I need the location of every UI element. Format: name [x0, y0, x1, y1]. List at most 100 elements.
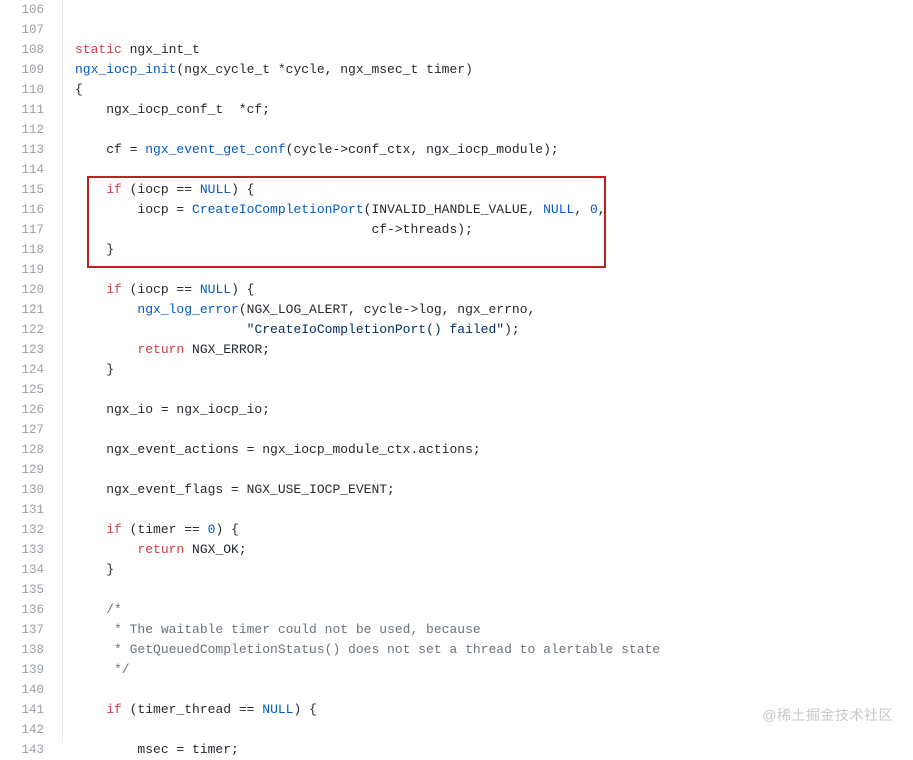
token-pln: cf->threads); [75, 222, 473, 237]
watermark: @稀土掘金技术社区 [762, 705, 893, 725]
code-line[interactable]: } [75, 560, 660, 580]
line-number: 143 [0, 740, 44, 760]
line-number: 114 [0, 160, 44, 180]
token-pln [75, 182, 106, 197]
line-number: 140 [0, 680, 44, 700]
token-pln: (INVALID_HANDLE_VALUE, [364, 202, 543, 217]
code-line[interactable]: if (timer == 0) { [75, 520, 660, 540]
line-number: 117 [0, 220, 44, 240]
token-pln [75, 282, 106, 297]
code-line[interactable]: * The waitable timer could not be used, … [75, 620, 660, 640]
code-area[interactable]: static ngx_int_tngx_iocp_init(ngx_cycle_… [63, 0, 660, 743]
line-number: 119 [0, 260, 44, 280]
code-line[interactable]: * GetQueuedCompletionStatus() does not s… [75, 640, 660, 660]
token-pln [75, 702, 106, 717]
line-number: 139 [0, 660, 44, 680]
token-num: 0 [590, 202, 598, 217]
code-line[interactable]: */ [75, 660, 660, 680]
code-line[interactable]: ngx_iocp_init(ngx_cycle_t *cycle, ngx_ms… [75, 60, 660, 80]
token-cmt: * The waitable timer could not be used, … [75, 622, 481, 637]
code-line[interactable]: ngx_event_flags = NGX_USE_IOCP_EVENT; [75, 480, 660, 500]
code-line[interactable] [75, 260, 660, 280]
code-line[interactable]: if (timer_thread == NULL) { [75, 700, 660, 720]
token-pln [75, 342, 137, 357]
token-cmt: * GetQueuedCompletionStatus() does not s… [75, 642, 660, 657]
code-line[interactable] [75, 580, 660, 600]
code-line[interactable]: return NGX_OK; [75, 540, 660, 560]
token-kw: if [106, 522, 122, 537]
code-line[interactable] [75, 160, 660, 180]
token-kw: if [106, 702, 122, 717]
code-line[interactable] [75, 0, 660, 20]
token-kw: if [106, 182, 122, 197]
token-pln: NGX_OK; [184, 542, 246, 557]
code-line[interactable] [75, 680, 660, 700]
code-line[interactable] [75, 460, 660, 480]
code-line[interactable]: ngx_log_error(NGX_LOG_ALERT, cycle->log,… [75, 300, 660, 320]
line-number: 131 [0, 500, 44, 520]
token-const: NULL [200, 282, 231, 297]
line-number: 130 [0, 480, 44, 500]
code-line[interactable]: ngx_iocp_conf_t *cf; [75, 100, 660, 120]
line-number: 127 [0, 420, 44, 440]
token-pln: ngx_io = ngx_iocp_io; [75, 402, 270, 417]
line-number: 110 [0, 80, 44, 100]
line-number: 108 [0, 40, 44, 60]
code-line[interactable] [75, 420, 660, 440]
line-number: 106 [0, 0, 44, 20]
token-pln: ngx_event_actions = ngx_iocp_module_ctx.… [75, 442, 481, 457]
code-line[interactable] [75, 720, 660, 740]
line-number: 128 [0, 440, 44, 460]
token-pln: ngx_int_t [122, 42, 200, 57]
code-line[interactable] [75, 500, 660, 520]
token-str: "CreateIoCompletionPort() failed" [247, 322, 504, 337]
line-number: 142 [0, 720, 44, 740]
token-pln [75, 302, 137, 317]
code-line[interactable]: if (iocp == NULL) { [75, 280, 660, 300]
code-line[interactable] [75, 120, 660, 140]
code-line[interactable]: "CreateIoCompletionPort() failed"); [75, 320, 660, 340]
code-line[interactable]: return NGX_ERROR; [75, 340, 660, 360]
token-pln: msec = timer; [75, 742, 239, 757]
code-line[interactable]: } [75, 360, 660, 380]
code-line[interactable] [75, 20, 660, 40]
token-pln: NGX_ERROR; [184, 342, 270, 357]
code-line[interactable]: iocp = CreateIoCompletionPort(INVALID_HA… [75, 200, 660, 220]
token-pln: ) { [293, 702, 316, 717]
token-pln [75, 602, 106, 617]
line-number: 141 [0, 700, 44, 720]
code-line[interactable] [75, 380, 660, 400]
line-number: 126 [0, 400, 44, 420]
line-number: 121 [0, 300, 44, 320]
code-line[interactable]: msec = timer; [75, 740, 660, 760]
line-number: 134 [0, 560, 44, 580]
code-line[interactable]: ngx_io = ngx_iocp_io; [75, 400, 660, 420]
line-number: 115 [0, 180, 44, 200]
line-number: 113 [0, 140, 44, 160]
token-pln: (iocp == [122, 282, 200, 297]
code-line[interactable]: } [75, 240, 660, 260]
code-line[interactable]: if (iocp == NULL) { [75, 180, 660, 200]
code-line[interactable]: static ngx_int_t [75, 40, 660, 60]
token-kw: return [137, 342, 184, 357]
token-cmt: */ [75, 662, 130, 677]
code-line[interactable]: cf = ngx_event_get_conf(cycle->conf_ctx,… [75, 140, 660, 160]
line-number: 135 [0, 580, 44, 600]
token-pln: } [75, 362, 114, 377]
line-number: 123 [0, 340, 44, 360]
token-func: ngx_event_get_conf [145, 142, 285, 157]
token-pln: , [598, 202, 606, 217]
token-pln: (cycle->conf_ctx, ngx_iocp_module); [286, 142, 559, 157]
code-line[interactable]: { [75, 80, 660, 100]
token-pln: } [75, 242, 114, 257]
line-number: 137 [0, 620, 44, 640]
code-line[interactable]: /* [75, 600, 660, 620]
token-pln [75, 542, 137, 557]
token-pln: (timer_thread == [122, 702, 262, 717]
line-number: 109 [0, 60, 44, 80]
code-line[interactable]: ngx_event_actions = ngx_iocp_module_ctx.… [75, 440, 660, 460]
token-kw: if [106, 282, 122, 297]
token-pln: } [75, 562, 114, 577]
code-line[interactable]: cf->threads); [75, 220, 660, 240]
code-viewer: 1061071081091101111121131141151161171181… [0, 0, 913, 743]
